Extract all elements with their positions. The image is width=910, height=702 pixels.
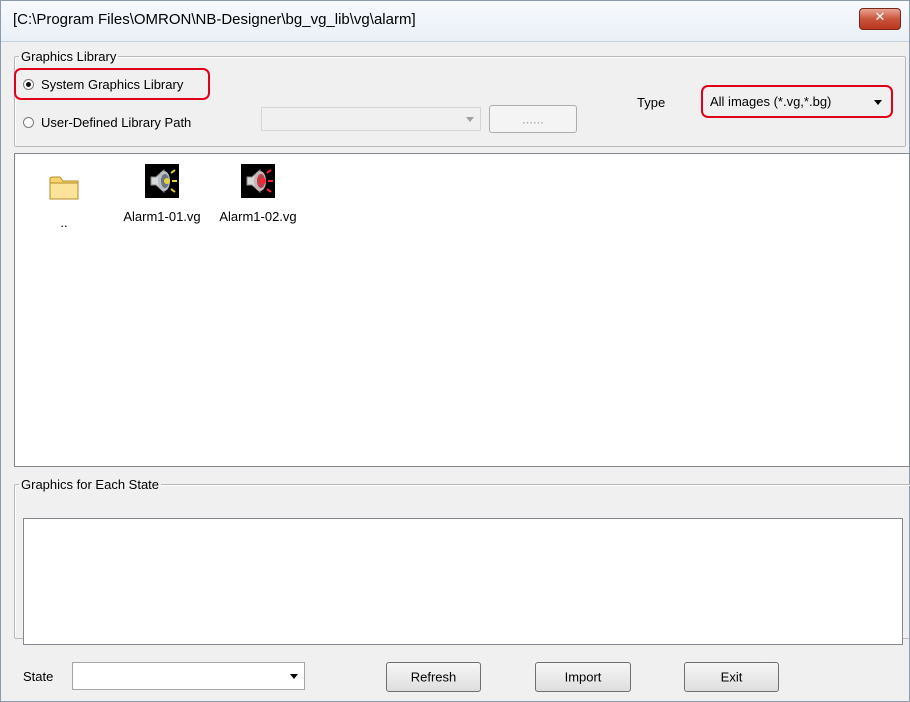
state-graphics-panel[interactable] (23, 518, 903, 645)
user-defined-library-radio[interactable]: User-Defined Library Path (23, 115, 191, 130)
alarm-speaker-red-icon (241, 164, 275, 198)
file-list-panel[interactable]: .. Alarm1-01.vg Alarm1-02.vg (14, 153, 910, 467)
graphics-library-legend: Graphics Library (21, 49, 117, 64)
type-value: All images (*.vg,*.bg) (710, 94, 832, 109)
list-item[interactable]: Alarm1-02.vg (214, 164, 302, 224)
list-item[interactable]: Alarm1-01.vg (118, 164, 206, 224)
chevron-down-icon (874, 100, 882, 105)
state-combo[interactable] (72, 662, 305, 690)
refresh-button[interactable]: Refresh (386, 662, 481, 692)
radio-unchecked-icon (23, 117, 34, 128)
file-name: .. (60, 215, 68, 230)
chevron-down-icon (466, 117, 474, 122)
system-graphics-library-label: System Graphics Library (41, 77, 184, 92)
title-bar: [C:\Program Files\OMRON\NB-Designer\bg_v… (1, 1, 909, 42)
file-name: Alarm1-01.vg (123, 209, 201, 224)
state-label: State (23, 669, 54, 684)
browse-button-label: ...... (522, 111, 544, 127)
type-label: Type (637, 95, 666, 110)
close-button[interactable] (859, 8, 901, 30)
radio-checked-icon (23, 79, 34, 90)
exit-button[interactable]: Exit (684, 662, 779, 692)
graphics-library-dialog: [C:\Program Files\OMRON\NB-Designer\bg_v… (0, 0, 910, 702)
chevron-down-icon (290, 674, 298, 679)
window-title: [C:\Program Files\OMRON\NB-Designer\bg_v… (13, 11, 416, 28)
type-combo[interactable]: All images (*.vg,*.bg) (706, 90, 888, 114)
import-button-label: Import (564, 669, 602, 685)
system-graphics-library-radio[interactable]: System Graphics Library (23, 77, 183, 92)
refresh-button-label: Refresh (410, 669, 457, 685)
user-library-path-combo[interactable] (261, 107, 481, 131)
user-defined-library-label: User-Defined Library Path (41, 115, 192, 130)
list-item[interactable]: .. (20, 170, 108, 230)
file-name: Alarm1-02.vg (219, 209, 297, 224)
folder-icon (47, 170, 81, 204)
import-button[interactable]: Import (535, 662, 631, 692)
browse-button[interactable]: ...... (489, 105, 577, 133)
graphics-for-each-state-group: Graphics for Each State (14, 477, 910, 645)
exit-button-label: Exit (720, 669, 743, 685)
alarm-speaker-icon (145, 164, 179, 198)
graphics-for-each-state-legend: Graphics for Each State (21, 477, 160, 492)
